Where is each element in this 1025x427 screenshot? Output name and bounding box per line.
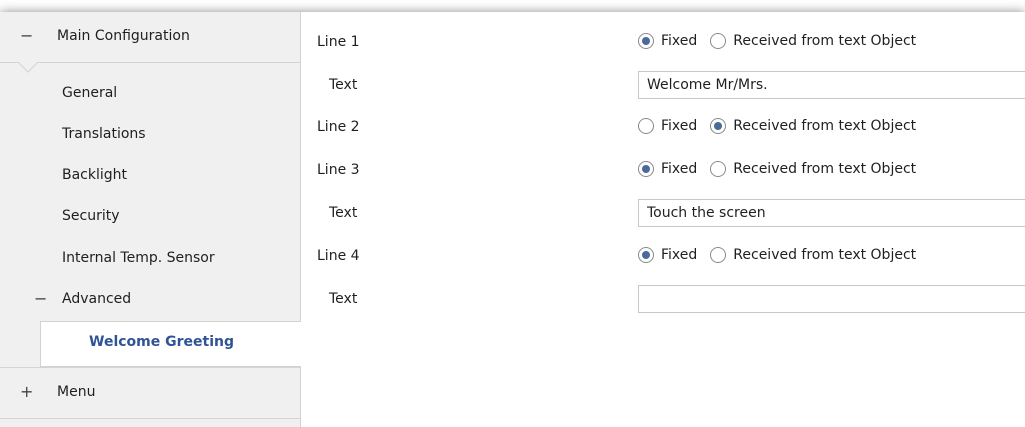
sidebar-item-advanced[interactable]: − Advanced	[0, 279, 300, 319]
radio-label: Fixed	[661, 118, 698, 134]
sidebar-item-welcome-greeting[interactable]: Welcome Greeting	[40, 321, 303, 367]
sidebar-item-translations[interactable]: Translations	[0, 114, 300, 154]
radio-label: Received from text Object	[733, 161, 917, 177]
sidebar-item-label: Backlight	[62, 167, 128, 183]
radio-selected-icon[interactable]	[710, 118, 727, 134]
collapse-icon[interactable]: −	[20, 26, 33, 45]
radio-label: Fixed	[661, 247, 698, 263]
radio-label: Received from text Object	[733, 118, 917, 134]
sidebar-item-internal-temp-sensor[interactable]: Internal Temp. Sensor	[0, 238, 300, 278]
sidebar: − Main Configuration General Translation…	[0, 12, 303, 427]
sidebar-item-label: General	[62, 85, 118, 101]
radio-label: Fixed	[661, 161, 698, 177]
text4-label: Text	[329, 291, 358, 307]
radio-label: Received from text Object	[733, 247, 917, 263]
line3-received-radio[interactable]: Received from text Object	[710, 161, 916, 177]
sidebar-item-label: Welcome Greeting	[89, 334, 234, 350]
line4-fixed-radio[interactable]: Fixed	[638, 247, 697, 263]
text1-label: Text	[329, 77, 358, 93]
radio-unselected-icon[interactable]	[638, 118, 654, 134]
line3-fixed-radio[interactable]: Fixed	[638, 161, 697, 177]
line4-text-input[interactable]	[638, 285, 1025, 313]
main-panel: Line 1 Fixed Received from text Object T…	[301, 12, 1025, 427]
sidebar-item-label: Internal Temp. Sensor	[62, 250, 215, 266]
sidebar-item-label: Translations	[62, 126, 146, 142]
line3-text-input[interactable]	[638, 199, 1025, 227]
line2-radio-group: Fixed Received from text Object	[638, 118, 929, 134]
line4-label: Line 4	[317, 248, 360, 264]
line2-received-radio[interactable]: Received from text Object	[710, 118, 916, 134]
line3-label: Line 3	[317, 162, 360, 178]
collapse-icon[interactable]: −	[34, 279, 47, 319]
line3-radio-group: Fixed Received from text Object	[638, 161, 929, 177]
sidebar-section-main-configuration[interactable]: − Main Configuration	[0, 12, 300, 63]
sidebar-section-menu[interactable]: + Menu	[0, 367, 300, 419]
notch-arrow-icon	[18, 62, 38, 73]
line4-radio-group: Fixed Received from text Object	[638, 247, 929, 263]
expand-icon[interactable]: +	[20, 382, 33, 401]
sidebar-item-label: Security	[62, 208, 120, 224]
line1-fixed-radio[interactable]: Fixed	[638, 33, 697, 49]
radio-unselected-icon[interactable]	[710, 33, 727, 49]
line2-label: Line 2	[317, 119, 360, 135]
sidebar-item-general[interactable]: General	[0, 73, 300, 113]
sidebar-item-security[interactable]: Security	[0, 196, 300, 236]
section-title: Menu	[57, 384, 96, 400]
line1-label: Line 1	[317, 34, 360, 50]
sidebar-item-label: Advanced	[62, 291, 132, 307]
radio-selected-icon[interactable]	[638, 161, 654, 177]
radio-label: Fixed	[661, 33, 698, 49]
radio-selected-icon[interactable]	[638, 247, 654, 263]
line1-received-radio[interactable]: Received from text Object	[710, 33, 916, 49]
sidebar-item-backlight[interactable]: Backlight	[0, 155, 300, 195]
radio-selected-icon[interactable]	[638, 33, 654, 49]
line4-received-radio[interactable]: Received from text Object	[710, 247, 916, 263]
section-title: Main Configuration	[57, 28, 190, 44]
text3-label: Text	[329, 205, 358, 221]
line1-text-input[interactable]	[638, 71, 1025, 99]
radio-label: Received from text Object	[733, 33, 917, 49]
window-frame: − Main Configuration General Translation…	[0, 12, 1025, 427]
line2-fixed-radio[interactable]: Fixed	[638, 118, 697, 134]
radio-unselected-icon[interactable]	[710, 161, 727, 177]
radio-unselected-icon[interactable]	[710, 247, 727, 263]
line1-radio-group: Fixed Received from text Object	[638, 33, 929, 49]
